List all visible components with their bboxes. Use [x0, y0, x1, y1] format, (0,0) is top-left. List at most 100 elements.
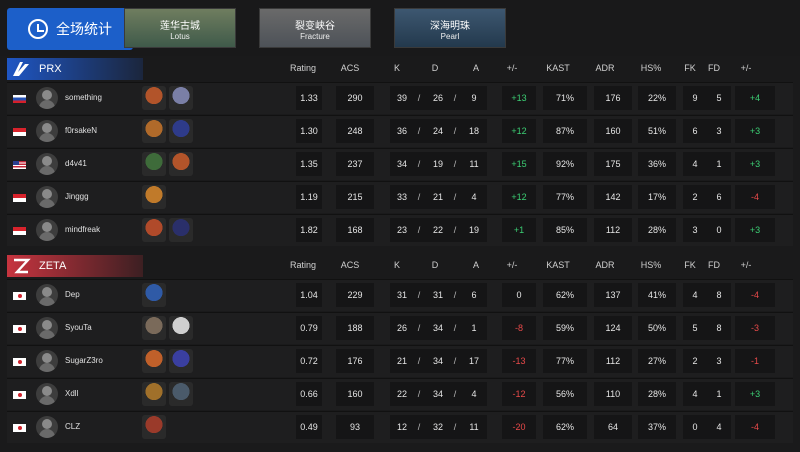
kda-separator: / — [417, 356, 421, 366]
overall-stats-button[interactable]: 全场统计 — [7, 8, 133, 50]
stat-kda: 21 / 34 / 17 — [390, 349, 487, 373]
player-name[interactable]: something — [65, 93, 102, 102]
player-row[interactable]: f0rsakeN 1.30 248 36/24/18 +12 87% 160 51% 6 3 +3 — [7, 115, 793, 147]
column-header: +/- — [740, 63, 752, 73]
stat-acs: 248 — [336, 119, 374, 143]
stat-fk-diff: +3 — [735, 119, 775, 143]
column-header: FK — [684, 260, 696, 270]
stat-adr: 124 — [594, 316, 632, 340]
stat-fd: 4 — [716, 422, 722, 432]
player-name[interactable]: CLZ — [65, 422, 80, 431]
agent-icon — [142, 283, 166, 307]
stat-kda: 26 / 34 / 1 — [390, 316, 487, 340]
stat-a: 9 — [471, 93, 477, 103]
player-name[interactable]: SugarZ3ro — [65, 356, 103, 365]
stat-a: 1 — [471, 323, 477, 333]
stat-hs: 22% — [638, 86, 676, 110]
player-row[interactable]: SugarZ3ro 0.72 176 21/34/17 -13 77% 112 27% 2 3 -1 — [7, 345, 793, 377]
column-header: A — [472, 260, 479, 270]
stat-kast: 59% — [543, 316, 587, 340]
kda-separator: / — [417, 290, 421, 300]
player-row[interactable]: Dep 1.04 229 31/31/6 0 62% 137 41% 4 8 -4 — [7, 279, 793, 311]
prx-logo-icon — [11, 60, 31, 78]
stat-kast: 92% — [543, 152, 587, 176]
stat-fk: 4 — [692, 389, 698, 399]
column-header: ADR — [595, 260, 615, 270]
stat-a: 4 — [471, 192, 477, 202]
flag-icon-id — [13, 194, 26, 202]
column-header: FD — [708, 260, 720, 270]
player-name[interactable]: Xdll — [65, 389, 78, 398]
stat-hs: 50% — [638, 316, 676, 340]
stat-kda: 23 / 22 / 19 — [390, 218, 487, 242]
kda-separator: / — [453, 93, 457, 103]
player-name[interactable]: Jinggg — [65, 192, 89, 201]
agent-icon — [169, 382, 193, 406]
player-row[interactable]: d4v41 1.35 237 34/19/11 +15 92% 175 36% 4 1 +3 — [7, 148, 793, 180]
column-header: +/- — [506, 260, 518, 270]
player-row[interactable]: Xdll 0.66 160 22/34/4 -12 56% 110 28% 4 1 +3 — [7, 378, 793, 410]
stat-k: 26 — [396, 323, 407, 333]
stat-kast: 77% — [543, 185, 587, 209]
stat-diff: +1 — [502, 218, 536, 242]
stat-diff: +15 — [502, 152, 536, 176]
overall-stats-label: 全场统计 — [56, 21, 112, 37]
flag-icon-us — [13, 161, 26, 169]
stat-fk-fd: 26 — [683, 185, 731, 209]
stat-acs: 290 — [336, 86, 374, 110]
player-name[interactable]: d4v41 — [65, 159, 87, 168]
stat-a: 17 — [468, 356, 479, 366]
stat-hs: 37% — [638, 415, 676, 439]
stat-fd: 3 — [716, 356, 722, 366]
map-name-en: Lotus — [170, 32, 190, 41]
map-tab-lotus[interactable]: 莲华古城 Lotus — [124, 8, 236, 48]
stat-fk-diff: +3 — [735, 152, 775, 176]
map-tab-fracture[interactable]: 裂变峡谷 Fracture — [259, 8, 371, 48]
player-row[interactable]: mindfreak 1.82 168 23/22/19 +1 85% 112 28% 3 0 +3 — [7, 214, 793, 246]
player-row[interactable]: Jinggg 1.19 215 33/21/4 +12 77% 142 17% 2 6 -4 — [7, 181, 793, 213]
player-row[interactable]: SyouTa 0.79 188 26/34/1 -8 59% 124 50% 5 8 -3 — [7, 312, 793, 344]
stat-fk-fd: 41 — [683, 382, 731, 406]
stat-kast: 85% — [543, 218, 587, 242]
column-header: K — [393, 63, 400, 73]
kda-separator: / — [417, 126, 421, 136]
player-name[interactable]: mindfreak — [65, 225, 100, 234]
kda-separator: / — [417, 389, 421, 399]
stat-adr: 142 — [594, 185, 632, 209]
stat-kast: 71% — [543, 86, 587, 110]
agent-icon — [169, 86, 193, 110]
map-tab-pearl[interactable]: 深海明珠 Pearl — [394, 8, 506, 48]
kda-separator: / — [453, 323, 457, 333]
stat-fk-diff: -4 — [735, 415, 775, 439]
stat-hs: 17% — [638, 185, 676, 209]
stat-kda: 33 / 21 / 4 — [390, 185, 487, 209]
map-name-en: Pearl — [440, 32, 460, 41]
player-name[interactable]: SyouTa — [65, 323, 92, 332]
column-header: A — [472, 63, 479, 73]
player-avatar — [36, 383, 58, 405]
kda-separator: / — [417, 422, 421, 432]
player-name[interactable]: f0rsakeN — [65, 126, 97, 135]
kda-separator: / — [417, 159, 421, 169]
kda-separator: / — [453, 159, 457, 169]
stat-fd: 8 — [716, 290, 722, 300]
agent-icon — [142, 382, 166, 406]
stat-fk: 2 — [692, 356, 698, 366]
stat-adr: 112 — [594, 218, 632, 242]
kda-separator: / — [453, 126, 457, 136]
agent-icon — [142, 218, 166, 242]
stat-acs: 176 — [336, 349, 374, 373]
player-row[interactable]: something 1.33 290 39/26/9 +13 71% 176 22% 9 5 +4 — [7, 82, 793, 114]
agent-icon — [142, 152, 166, 176]
stat-fk-fd: 95 — [683, 86, 731, 110]
kda-separator: / — [453, 356, 457, 366]
player-name[interactable]: Dep — [65, 290, 80, 299]
stat-fk-fd: 30 — [683, 218, 731, 242]
flag-icon-jp — [13, 391, 26, 399]
player-avatar — [36, 317, 58, 339]
agent-icon — [142, 185, 166, 209]
player-row[interactable]: CLZ 0.49 93 12/32/11 -20 62% 64 37% 0 4 -4 — [7, 411, 793, 443]
stat-d: 34 — [432, 323, 443, 333]
flag-icon-id — [13, 227, 26, 235]
stat-adr: 64 — [594, 415, 632, 439]
